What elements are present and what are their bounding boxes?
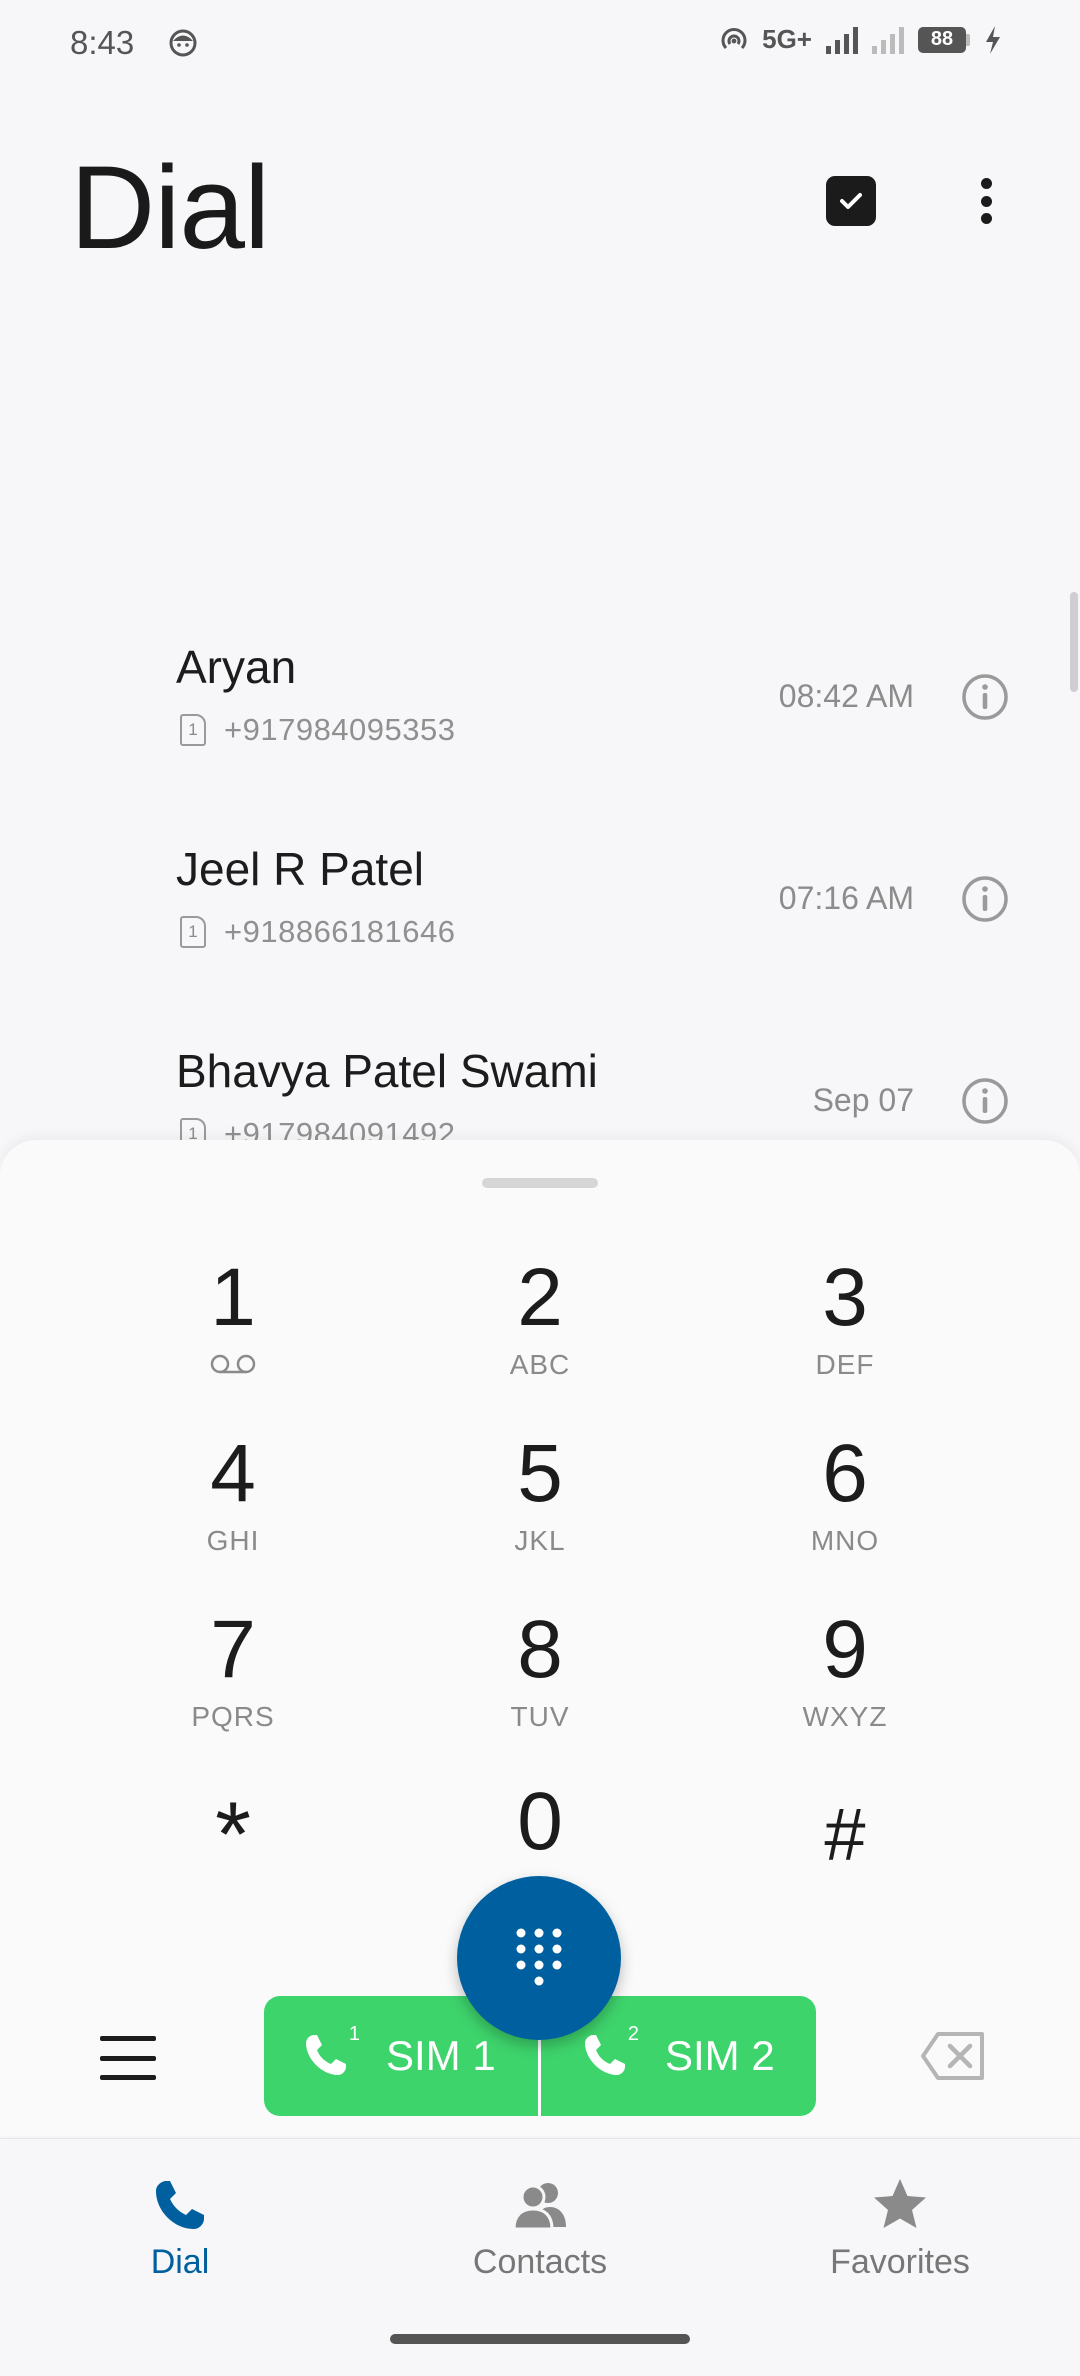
key-digit: 9: [822, 1604, 868, 1695]
info-icon[interactable]: [960, 672, 1010, 722]
key-letters: MNO: [810, 1525, 880, 1556]
sim-card-icon: 1: [180, 714, 206, 746]
call-time: 07:16 AM: [778, 880, 914, 916]
menu-line-icon: [100, 2075, 156, 2080]
key-digit: 2: [517, 1252, 563, 1343]
key-digit: #: [824, 1793, 866, 1876]
key-star[interactable]: *: [83, 1760, 383, 1930]
more-dot-icon: [980, 195, 992, 207]
nav-contacts[interactable]: Contacts: [420, 2175, 660, 2282]
call-log-row[interactable]: Bhavya Patel Swami 1 +917984091492 Sep 0…: [0, 994, 1080, 1140]
call-log-row[interactable]: Jeel R Patel 1 +918866181646 07:16 AM: [0, 792, 1080, 992]
contact-name: Aryan: [176, 641, 297, 693]
key-letters: DEF: [815, 1349, 875, 1380]
key-1[interactable]: 1: [83, 1248, 383, 1418]
key-9[interactable]: 9 WXYZ: [695, 1600, 995, 1770]
status-time: 8:43: [70, 24, 135, 61]
home-indicator[interactable]: [390, 2334, 690, 2344]
call-time: Sep 07: [812, 1082, 914, 1118]
call-details: 1 +917984095353: [180, 712, 456, 748]
call-details: 1 +918866181646: [180, 914, 456, 950]
info-icon[interactable]: [960, 1076, 1010, 1126]
signal-sim1-icon: [826, 26, 858, 54]
key-3[interactable]: 3 DEF: [695, 1248, 995, 1418]
key-digit: 0: [517, 1776, 563, 1867]
key-digit: 7: [210, 1604, 256, 1695]
info-icon[interactable]: [960, 874, 1010, 924]
key-5[interactable]: 5 JKL: [390, 1424, 690, 1594]
nav-dial[interactable]: Dial: [60, 2175, 300, 2282]
key-7[interactable]: 7 PQRS: [83, 1600, 383, 1770]
phone-number: +917984091492: [224, 1116, 456, 1140]
star-icon: [874, 2179, 926, 2228]
key-letters: TUV: [510, 1701, 570, 1732]
menu-button[interactable]: [100, 2036, 156, 2080]
key-2[interactable]: 2 ABC: [390, 1248, 690, 1418]
key-digit: 8: [517, 1604, 563, 1695]
key-6[interactable]: 6 MNO: [695, 1424, 995, 1594]
key-digit: 6: [822, 1428, 868, 1519]
key-digit: 5: [517, 1428, 563, 1519]
key-letters: JKL: [514, 1525, 566, 1556]
phone-number: +917984095353: [224, 712, 456, 747]
call-time: 08:42 AM: [778, 678, 914, 714]
status-bar: 8:43 5G+ 88: [0, 0, 1080, 90]
notification-face-icon: [169, 29, 197, 57]
sim-number: 1: [188, 720, 198, 739]
select-button[interactable]: [826, 176, 876, 226]
key-letters: PQRS: [191, 1701, 275, 1732]
contact-name: Jeel R Patel: [176, 843, 425, 895]
drag-handle[interactable]: [482, 1178, 598, 1188]
more-options-button[interactable]: [966, 176, 1006, 226]
sim2-badge: 2: [627, 2023, 639, 2045]
key-4[interactable]: 4 GHI: [83, 1424, 383, 1594]
battery-level: 88: [918, 26, 966, 53]
menu-line-icon: [100, 2036, 156, 2041]
key-hash[interactable]: #: [695, 1760, 995, 1930]
battery-icon: 88: [918, 26, 970, 53]
key-letters: WXYZ: [802, 1701, 888, 1732]
key-digit: 3: [822, 1252, 868, 1343]
sim-card-icon: 1: [180, 916, 206, 948]
more-dot-icon: [980, 178, 992, 189]
phone-number: +918866181646: [224, 914, 456, 949]
phone-sim1-icon: 1: [300, 2023, 360, 2081]
sim-card-icon: 1: [180, 1118, 206, 1140]
sim-number: 1: [188, 1124, 198, 1140]
voicemail-icon: [210, 1354, 256, 1374]
sim1-badge: 1: [348, 2023, 360, 2045]
page-title: Dial: [70, 142, 270, 274]
signal-sim2-icon: [872, 26, 904, 54]
nav-label: Contacts: [472, 2243, 608, 2281]
recent-calls-list: Aryan 1 +917984095353 08:42 AM Jeel R Pa…: [0, 590, 1080, 1140]
sim2-label: SIM 2: [665, 2032, 775, 2079]
key-letters: ABC: [509, 1349, 571, 1380]
network-type: 5G+: [762, 24, 812, 54]
menu-line-icon: [100, 2055, 156, 2061]
call-log-row[interactable]: Aryan 1 +917984095353 08:42 AM: [0, 590, 1080, 790]
key-digit: 4: [210, 1428, 256, 1519]
key-8[interactable]: 8 TUV: [390, 1600, 690, 1770]
nav-label: Dial: [150, 2243, 210, 2281]
hotspot-icon: [721, 27, 747, 49]
backspace-icon[interactable]: [920, 2030, 986, 2082]
phone-sim2-icon: 2: [579, 2023, 639, 2081]
checkbox-icon: [840, 193, 862, 209]
phone-icon: [156, 2181, 204, 2229]
sim1-label: SIM 1: [386, 2032, 496, 2079]
nav-label: Favorites: [830, 2243, 970, 2281]
charging-icon: [986, 25, 1000, 54]
key-digit: *: [215, 1784, 251, 1886]
call-details: 1 +917984091492: [180, 1116, 456, 1140]
sim-number: 1: [188, 922, 198, 941]
key-letters: GHI: [206, 1525, 260, 1556]
contact-name: Bhavya Patel Swami: [176, 1045, 598, 1097]
more-dot-icon: [980, 213, 992, 224]
nav-favorites[interactable]: Favorites: [780, 2175, 1020, 2282]
key-digit: 1: [210, 1252, 256, 1343]
contacts-icon: [512, 2183, 566, 2231]
dialpad-toggle-button[interactable]: [457, 1876, 621, 2040]
status-icons: 5G+ 88: [720, 24, 1002, 55]
dialpad-icon: [516, 1928, 562, 1986]
